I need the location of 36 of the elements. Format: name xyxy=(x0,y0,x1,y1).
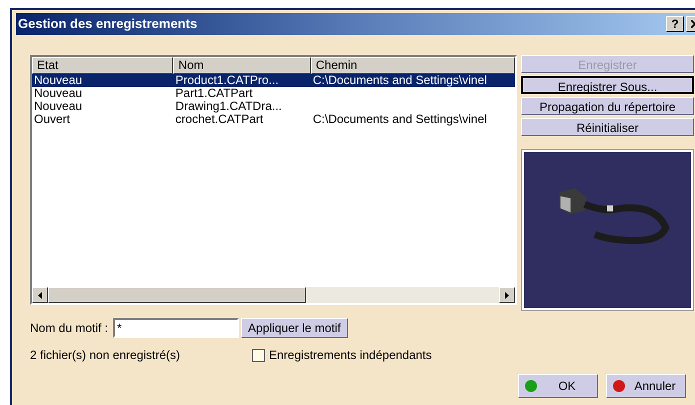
table-cell: C:\Documents and Settings\vinel xyxy=(312,74,487,87)
scroll-right-button[interactable] xyxy=(499,287,515,303)
column-header[interactable]: Etat xyxy=(32,57,174,74)
table-cell: Drawing1.CATDra... xyxy=(175,100,282,113)
action-button[interactable]: Réinitialiser xyxy=(521,118,694,136)
apply-pattern-button[interactable]: Appliquer le motif xyxy=(241,318,348,338)
table-cell: Ouvert xyxy=(34,113,70,126)
dialog-button[interactable]: Annuler xyxy=(606,374,686,398)
column-header[interactable]: Nom xyxy=(173,57,311,74)
left-arrow-icon xyxy=(38,292,42,298)
action-button[interactable]: Enregistrer Sous... xyxy=(521,76,694,94)
independent-checkbox[interactable] xyxy=(252,348,265,362)
scroll-thumb[interactable] xyxy=(48,287,306,303)
scroll-left-button[interactable] xyxy=(32,287,48,303)
table-cell: Nouveau xyxy=(34,74,82,87)
horizontal-scrollbar[interactable] xyxy=(32,287,515,303)
pattern-input[interactable]: * xyxy=(113,318,240,338)
pattern-label: Nom du motif : xyxy=(30,320,108,337)
status-text: 2 fichier(s) non enregistré(s) xyxy=(30,347,182,364)
column-header[interactable]: Chemin xyxy=(310,57,515,74)
help-button[interactable]: ? xyxy=(666,16,684,32)
file-row[interactable]: Ouvert crochet.CATPart C:\Documents and Settings\vinel xyxy=(32,113,515,126)
table-cell: crochet.CATPart xyxy=(175,113,264,126)
table-cell: Product1.CATPro... xyxy=(175,74,279,87)
checkbox-label: Enregistrements indépendants xyxy=(269,347,432,364)
table-cell: Nouveau xyxy=(34,100,82,113)
window-title: Gestion des enregistrements xyxy=(17,15,198,34)
table-cell: C:\Documents and Settings\vinel xyxy=(312,113,487,126)
action-button[interactable]: Propagation du répertoire xyxy=(521,97,694,115)
right-arrow-icon xyxy=(505,292,509,298)
table-cell: Part1.CATPart xyxy=(175,87,253,100)
table-cell: Nouveau xyxy=(34,87,82,100)
file-row[interactable]: Nouveau Drawing1.CATDra... xyxy=(32,100,515,113)
file-row[interactable]: Nouveau Product1.CATPro... C:\Documents and Settings\vinel xyxy=(32,74,515,87)
dialog-button[interactable]: OK xyxy=(518,374,598,398)
file-row[interactable]: Nouveau Part1.CATPart xyxy=(32,87,515,100)
